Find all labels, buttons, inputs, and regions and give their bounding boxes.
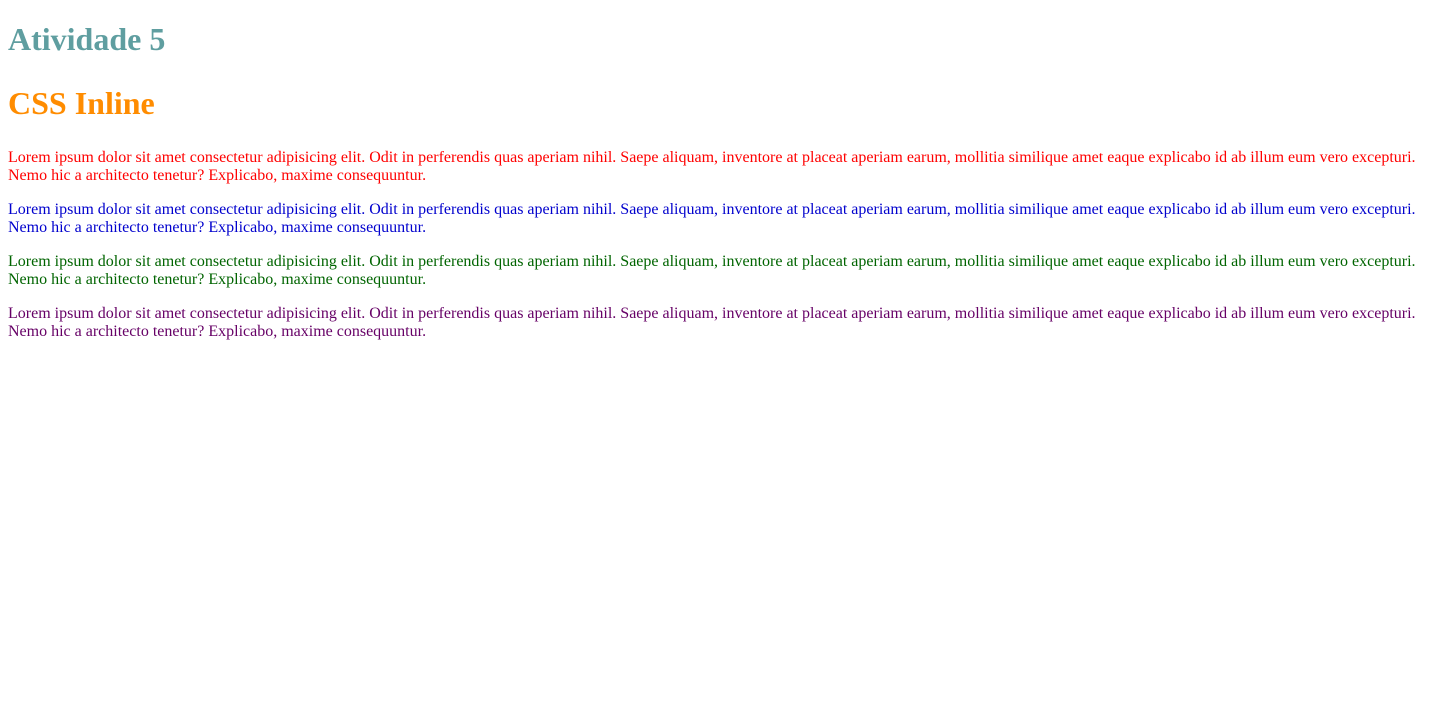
page-title: Atividade 5 [8, 21, 166, 57]
page-body: Atividade 5 CSS Inline Lorem ipsum dolor… [0, 0, 1438, 723]
paragraph-red: Lorem ipsum dolor sit amet consectetur a… [8, 149, 1416, 184]
page-subtitle: CSS Inline [8, 85, 155, 121]
paragraph-green: Lorem ipsum dolor sit amet consectetur a… [8, 253, 1416, 288]
paragraph-blue: Lorem ipsum dolor sit amet consectetur a… [8, 201, 1416, 236]
paragraph-purple: Lorem ipsum dolor sit amet consectetur a… [8, 305, 1416, 340]
paragraph-list: Lorem ipsum dolor sit amet consectetur a… [8, 149, 1430, 357]
